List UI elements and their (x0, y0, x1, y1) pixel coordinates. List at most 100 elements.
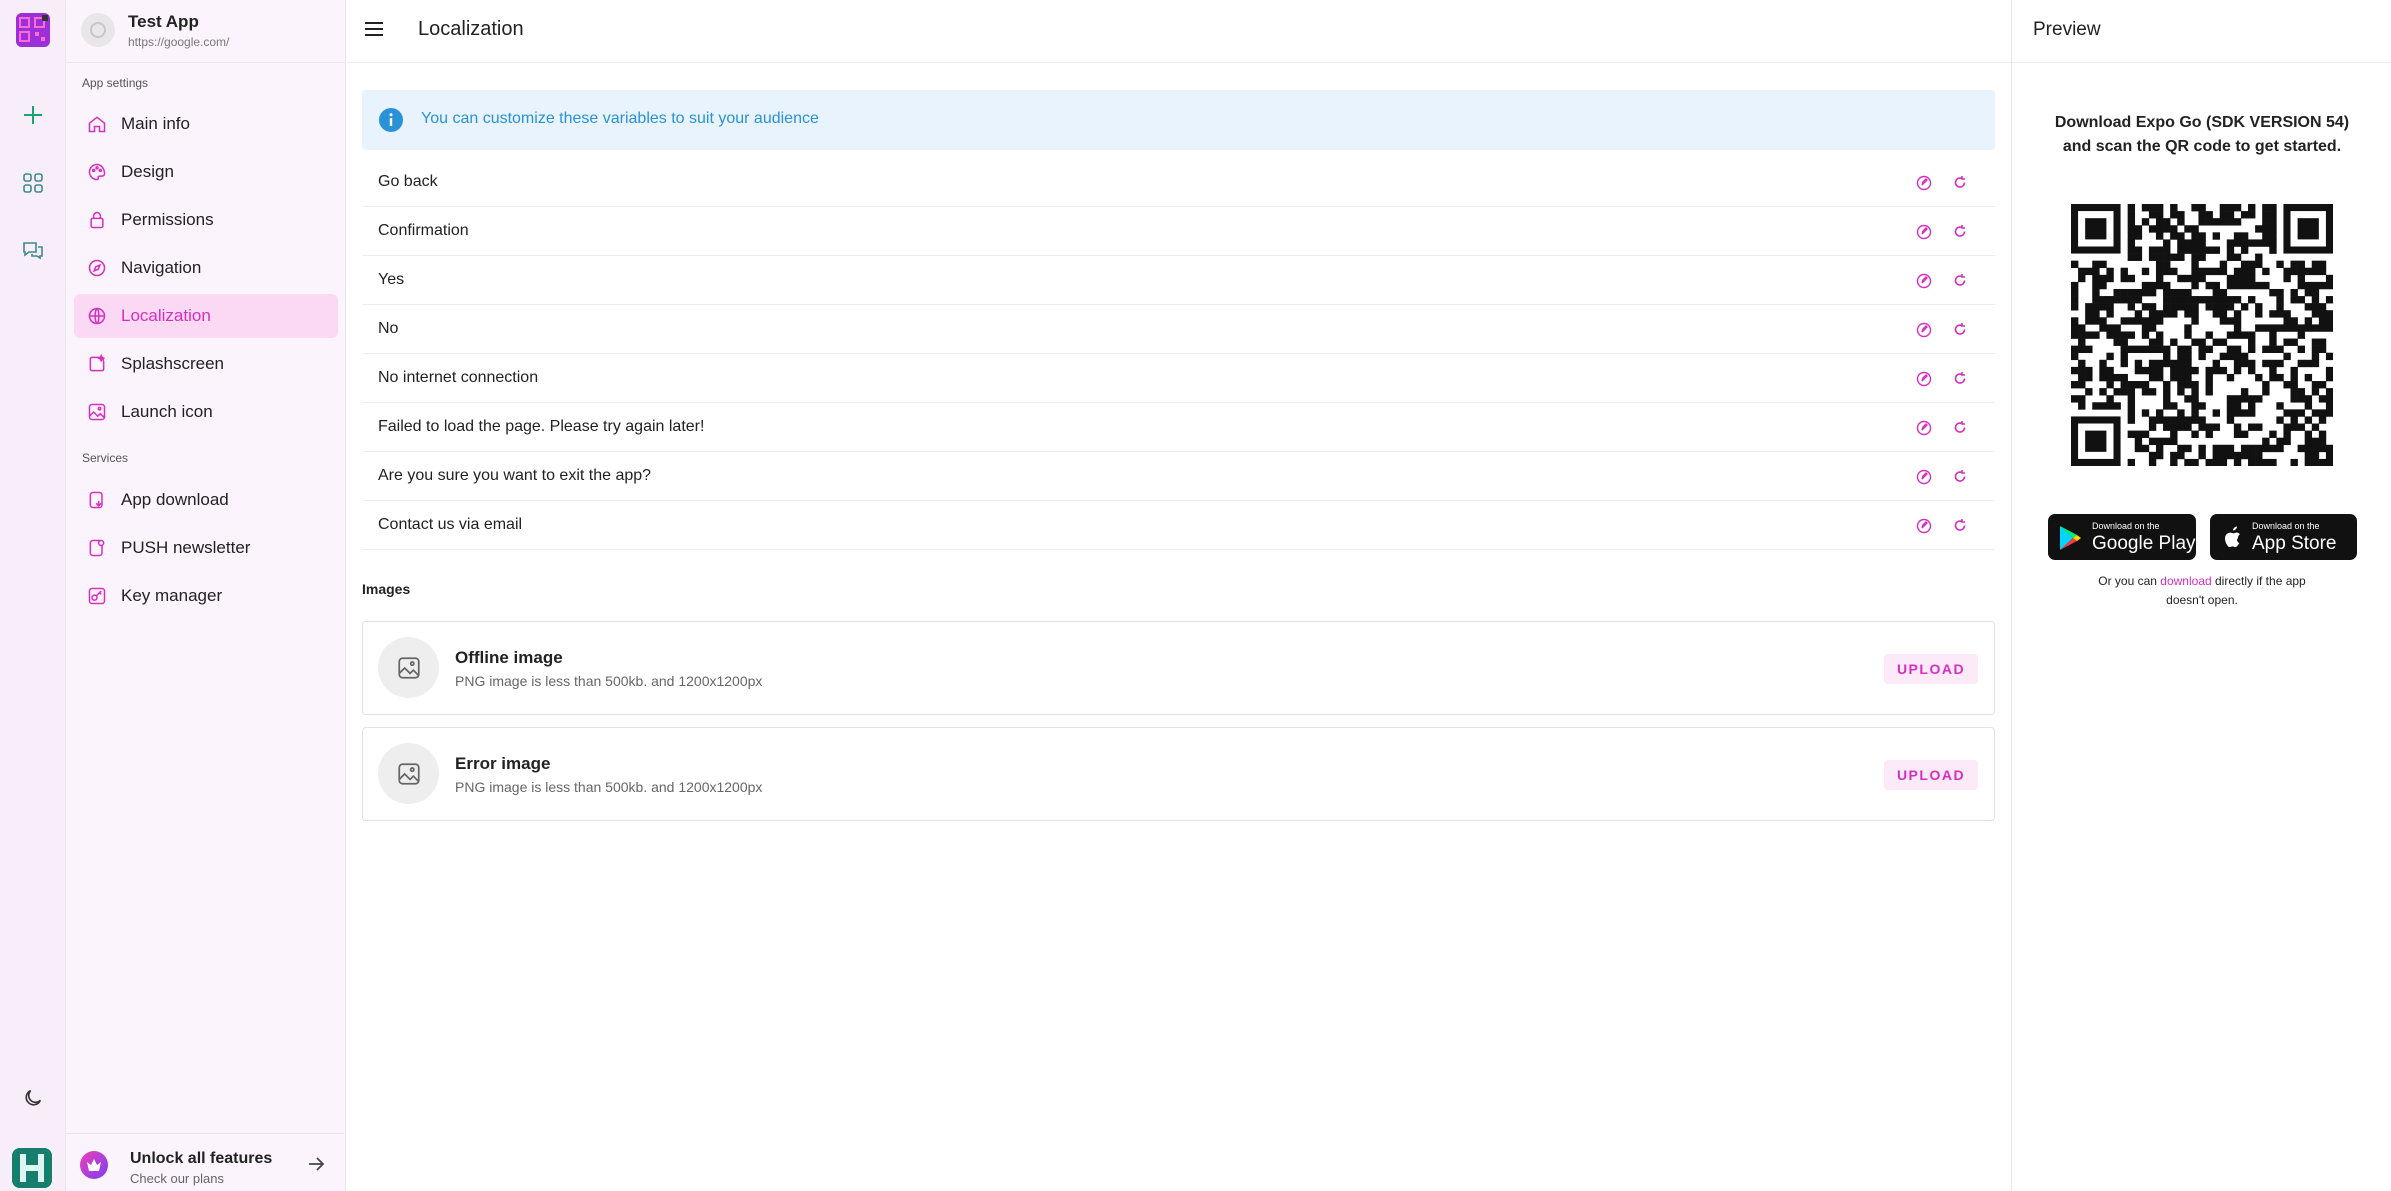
apps-grid-icon[interactable] (18, 168, 48, 198)
reset-icon[interactable] (1950, 173, 1970, 193)
image-placeholder-icon (378, 743, 439, 804)
reset-icon[interactable] (1950, 516, 1970, 536)
app-rail (0, 0, 66, 1191)
reset-icon[interactable] (1950, 418, 1970, 438)
app-store-badge[interactable]: Download on the App Store (2210, 514, 2357, 560)
preview-panel: Preview Download Expo Go (SDK VERSION 54… (2011, 0, 2391, 1191)
preview-instructions-line1: Download Expo Go (SDK VERSION 54) (2054, 114, 2350, 131)
download-icon (86, 489, 108, 511)
reset-icon[interactable] (1950, 271, 1970, 291)
app-store-small-text: Download on the (2252, 521, 2320, 531)
image-title: Error image (455, 754, 551, 773)
dark-mode-icon[interactable] (18, 1083, 48, 1113)
sidebar-item-label: Splashscreen (121, 354, 225, 373)
edit-icon[interactable] (1914, 173, 1934, 193)
sidebar-item-label: Localization (121, 306, 211, 325)
sidebar-item-main-info[interactable]: Main info (74, 102, 338, 146)
edit-icon[interactable] (1914, 418, 1934, 438)
google-play-badge[interactable]: Download on the Google Play (2048, 514, 2196, 560)
download-link[interactable]: download (2160, 574, 2211, 588)
edit-icon[interactable] (1914, 222, 1934, 242)
variable-row: No internet connection (362, 354, 1995, 403)
preview-instructions: Download Expo Go (SDK VERSION 54) and sc… (2032, 111, 2372, 159)
arrow-right-icon[interactable] (306, 1154, 326, 1179)
brand-logo[interactable] (16, 13, 50, 47)
sidebar-item-design[interactable]: Design (74, 150, 338, 194)
section-label-services: Services (82, 451, 129, 465)
preview-footer: Or you can download directly if the app … (2082, 572, 2322, 610)
sidebar-item-label: Main info (121, 114, 190, 133)
image-description: PNG image is less than 500kb. and 1200x1… (455, 779, 763, 795)
unlock-title: Unlock all features (130, 1150, 273, 1167)
lock-icon (86, 209, 108, 231)
info-text: You can customize these variables to sui… (421, 110, 819, 127)
qr-code (2071, 204, 2333, 466)
settings-sidebar: Test App https://google.com/ App setting… (66, 0, 346, 1191)
edit-icon[interactable] (1914, 516, 1934, 536)
sidebar-item-localization[interactable]: Localization (74, 294, 338, 338)
reset-icon[interactable] (1950, 467, 1970, 487)
info-icon (378, 107, 404, 138)
error-image-card: Error image PNG image is less than 500kb… (362, 727, 1995, 821)
plus-icon[interactable] (18, 100, 48, 130)
sidebar-item-label: Design (121, 162, 174, 181)
images-heading: Images (362, 581, 411, 597)
variable-label: Failed to load the page. Please try agai… (378, 418, 705, 435)
edit-icon[interactable] (1914, 369, 1934, 389)
crown-icon (80, 1151, 108, 1179)
app-avatar (81, 13, 115, 47)
sidebar-item-label: Launch icon (121, 402, 213, 421)
offline-image-card: Offline image PNG image is less than 500… (362, 621, 1995, 715)
splash-icon (86, 353, 108, 375)
variable-row: Confirmation (362, 207, 1995, 256)
sidebar-item-splashscreen[interactable]: Splashscreen (74, 342, 338, 386)
preview-title: Preview (2033, 19, 2101, 40)
reset-icon[interactable] (1950, 320, 1970, 340)
edit-icon[interactable] (1914, 467, 1934, 487)
reset-icon[interactable] (1950, 369, 1970, 389)
variable-label: Confirmation (378, 222, 469, 239)
sidebar-item-app-download[interactable]: App download (74, 478, 338, 522)
sidebar-item-push-newsletter[interactable]: PUSH newsletter (74, 526, 338, 570)
variable-label: Contact us via email (378, 516, 523, 533)
footer-text-before: Or you can (2098, 574, 2161, 588)
edit-icon[interactable] (1914, 271, 1934, 291)
upload-error-image-button[interactable]: UPLOAD (1884, 760, 1978, 790)
variable-row: Are you sure you want to exit the app? (362, 452, 1995, 501)
sidebar-item-launch-icon[interactable]: Launch icon (74, 390, 338, 434)
newsletter-icon (86, 537, 108, 559)
reset-icon[interactable] (1950, 222, 1970, 242)
image-title: Offline image (455, 648, 563, 667)
variable-label: Are you sure you want to exit the app? (378, 467, 652, 484)
edit-icon[interactable] (1914, 320, 1934, 340)
app-store-big-text: App Store (2252, 533, 2337, 554)
variable-row: Failed to load the page. Please try agai… (362, 403, 1995, 452)
unlock-features-banner[interactable]: Unlock all features Check our plans (66, 1133, 346, 1191)
sidebar-item-label: App download (121, 490, 229, 509)
sidebar-item-label: Permissions (121, 210, 214, 229)
key-icon (86, 585, 108, 607)
variable-row: Go back (362, 158, 1995, 207)
sidebar-item-permissions[interactable]: Permissions (74, 198, 338, 242)
info-alert: You can customize these variables to sui… (362, 90, 1995, 150)
unlock-subtitle: Check our plans (130, 1171, 224, 1186)
compass-icon (86, 257, 108, 279)
home-icon (86, 113, 108, 135)
image-description: PNG image is less than 500kb. and 1200x1… (455, 673, 763, 689)
page-title: Localization (418, 18, 524, 40)
variable-label: Go back (378, 173, 438, 190)
user-avatar[interactable] (12, 1148, 52, 1188)
google-play-small-text: Download on the (2092, 521, 2160, 531)
variable-row: No (362, 305, 1995, 354)
sidebar-item-label: Key manager (121, 586, 223, 605)
apple-icon (2225, 526, 2240, 548)
preview-instructions-line2: and scan the QR code to get started. (2062, 138, 2342, 155)
upload-offline-image-button[interactable]: UPLOAD (1884, 654, 1978, 684)
preview-header: Preview (2012, 0, 2391, 63)
app-url: https://google.com/ (128, 35, 230, 49)
hamburger-menu-icon[interactable] (363, 18, 391, 44)
chat-icon[interactable] (18, 235, 48, 265)
variable-label: No internet connection (378, 369, 539, 386)
sidebar-item-key-manager[interactable]: Key manager (74, 574, 338, 618)
sidebar-item-navigation[interactable]: Navigation (74, 246, 338, 290)
